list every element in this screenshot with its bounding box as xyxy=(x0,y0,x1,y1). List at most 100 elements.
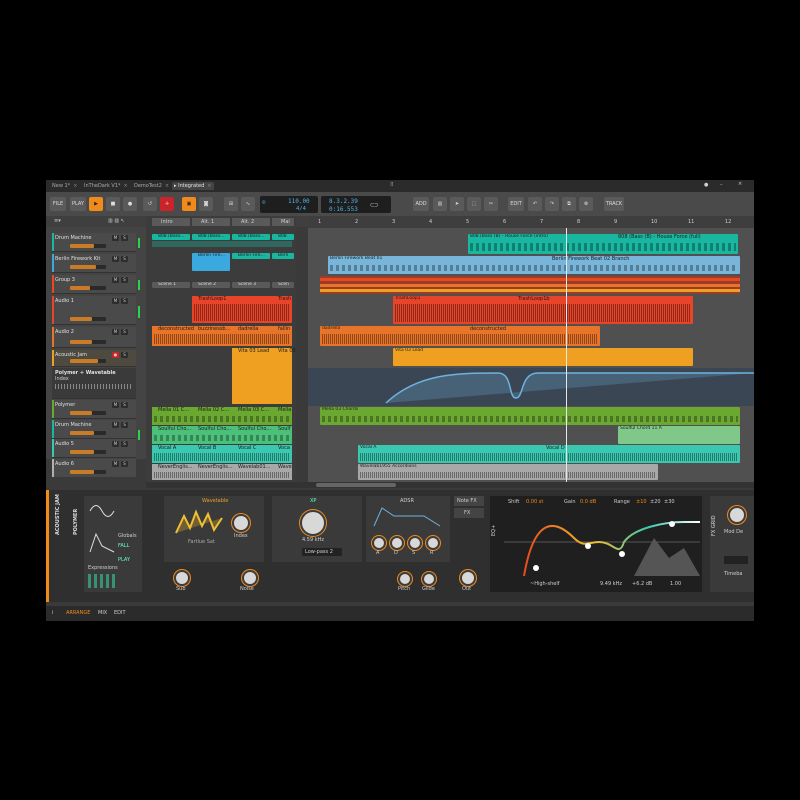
volume-fader[interactable] xyxy=(70,317,106,321)
track-header[interactable]: Audio 6 MS xyxy=(52,459,136,477)
scene-launch[interactable]: Scene 3 xyxy=(232,282,270,288)
solo-button[interactable]: S xyxy=(121,352,128,358)
fall-label[interactable]: FALL xyxy=(118,544,129,549)
band-freq[interactable]: 9.49 kHz xyxy=(600,582,622,587)
track-header[interactable]: Polymer M S xyxy=(52,400,136,419)
track-list-icon[interactable]: ≡▾ xyxy=(54,219,61,224)
arrange-clip[interactable]: Vocal A Vocal D xyxy=(358,445,740,463)
arrange-clip[interactable]: Vita 03 Lead xyxy=(393,348,693,366)
volume-fader[interactable] xyxy=(70,340,106,344)
mute-button[interactable]: M xyxy=(112,402,119,408)
solo-button[interactable]: S xyxy=(121,298,128,304)
clip-block[interactable]: Soulful Cho... Soulful Cho... Soulful Ch… xyxy=(152,426,292,444)
track-header[interactable]: Berlin Firework Kit M S xyxy=(52,254,136,273)
tab-new1[interactable]: New 1* × xyxy=(50,182,79,190)
band-gain[interactable]: +6.2 dB xyxy=(632,582,652,587)
fx-button[interactable]: FX xyxy=(454,508,484,518)
noise-knob[interactable] xyxy=(242,570,258,586)
solo-button[interactable]: S xyxy=(121,461,128,467)
tab-integrated[interactable]: ▸ Integrated × xyxy=(172,182,214,190)
mute-button[interactable]: M xyxy=(112,256,119,262)
redo-button[interactable]: ↷ xyxy=(545,197,559,211)
clip-slot[interactable]: Berlin Fire... xyxy=(192,253,230,271)
sub-knob[interactable] xyxy=(174,570,190,586)
tab-inthedark[interactable]: InTheDark V1* × xyxy=(82,182,130,190)
pitch-knob[interactable] xyxy=(398,572,412,586)
volume-fader[interactable] xyxy=(70,359,106,363)
eq-curve-display[interactable] xyxy=(504,508,700,576)
mod-knob[interactable] xyxy=(728,506,746,524)
tab-demotest2[interactable]: DemoTest2 × xyxy=(132,182,171,190)
pointer-tool[interactable]: ➤ xyxy=(450,197,464,211)
group-clip[interactable] xyxy=(320,276,740,294)
index-knob[interactable] xyxy=(232,514,250,532)
gain-value[interactable]: 0.0 dB xyxy=(580,500,596,505)
track-header[interactable]: Acoustic Jam ● S xyxy=(52,350,136,367)
arrange-clip[interactable]: Soulful Chord 11 A xyxy=(618,426,740,444)
wave-button[interactable]: ∿ xyxy=(241,197,255,211)
volume-fader[interactable] xyxy=(70,470,106,474)
solo-button[interactable]: S xyxy=(121,235,128,241)
track-header[interactable]: Audio 1 MS xyxy=(52,296,136,325)
track-header[interactable]: Drum Machine M S xyxy=(52,233,136,252)
mute-button[interactable]: M xyxy=(112,235,119,241)
wavetable-display[interactable] xyxy=(174,508,224,538)
cutoff-knob[interactable] xyxy=(300,510,326,536)
close-icon[interactable]: × xyxy=(207,183,211,189)
expressions-grid[interactable] xyxy=(88,574,118,588)
clip-block[interactable]: NeverEnglis... NeverEnglis... Wavelab01.… xyxy=(152,464,292,480)
mute-button[interactable]: M xyxy=(112,277,119,283)
shift-value[interactable]: 0.00 st xyxy=(526,500,543,505)
tempo-display[interactable]: ⊙ 110.00 4/4 xyxy=(260,196,318,213)
track-header[interactable]: Audio 5 MS xyxy=(52,439,136,458)
add-button-small[interactable]: ⊞ xyxy=(224,197,238,211)
arrange-clip[interactable]: Mella 03 Chords xyxy=(320,407,740,425)
delete-button[interactable]: ⊗ xyxy=(579,197,593,211)
clip-block[interactable]: deconstructed buzzinessb... dadrella fal… xyxy=(152,326,292,346)
volume-fader[interactable] xyxy=(70,286,106,290)
undo-button[interactable]: ↶ xyxy=(528,197,542,211)
volume-fader[interactable] xyxy=(70,244,106,248)
decay-knob[interactable] xyxy=(390,536,404,550)
solo-button[interactable]: S xyxy=(121,329,128,335)
band-q[interactable]: 1.00 xyxy=(670,582,681,587)
scene-launch[interactable]: Scene 2 xyxy=(192,282,230,288)
release-knob[interactable] xyxy=(426,536,440,550)
position-display[interactable]: 8.3.2.39 0:16.553 ⊂⊃ xyxy=(321,196,391,213)
volume-fader[interactable] xyxy=(70,431,106,435)
play-menu-button[interactable]: PLAY xyxy=(70,197,86,211)
record-arm-button[interactable]: ● xyxy=(112,352,119,358)
scene-header[interactable]: Mai xyxy=(272,218,294,226)
clip-block[interactable]: Vocal A Vocal B Vocal C Voca xyxy=(152,445,292,463)
mute-button[interactable]: M xyxy=(112,298,119,304)
track-header[interactable]: Group 3 MS xyxy=(52,275,136,294)
arrange-view-button[interactable]: ARRANGE xyxy=(66,611,90,616)
clip-block[interactable]: Mella 01 C... Mella 02 C... Mella 03 C..… xyxy=(152,407,292,425)
mute-button[interactable]: M xyxy=(112,422,119,428)
play-button[interactable]: ▶ xyxy=(89,197,103,211)
scene-header[interactable]: Intro xyxy=(152,218,190,226)
clip-slot[interactable]: 808 xyxy=(272,234,294,240)
edit-button[interactable]: EDIT xyxy=(508,197,524,211)
mute-button[interactable]: M xyxy=(112,461,119,467)
metronome-icon[interactable]: ⊙ xyxy=(262,199,266,206)
volume-fader[interactable] xyxy=(70,265,106,269)
adsr-display[interactable] xyxy=(372,506,444,528)
overdub-button[interactable]: ◙ xyxy=(199,197,213,211)
glide-knob[interactable] xyxy=(422,572,436,586)
clip-slot[interactable]: 808 (Bass... xyxy=(192,234,230,240)
record-button[interactable]: ● xyxy=(123,197,137,211)
track-header[interactable]: Audio 2 MS xyxy=(52,327,136,348)
out-knob[interactable] xyxy=(460,570,476,586)
close-icon[interactable]: × xyxy=(124,183,128,189)
clip-block[interactable]: TrashLoop1 Trash xyxy=(192,296,292,323)
clip-slot[interactable]: 808 (Bass... xyxy=(152,234,190,240)
track-button[interactable]: TRACK xyxy=(604,197,624,211)
arm-button[interactable]: ✛ xyxy=(160,197,174,211)
clip-slot[interactable]: Berlin Fire... xyxy=(232,253,270,259)
automation-button[interactable]: ↺ xyxy=(143,197,157,211)
scene-header[interactable]: Alt. 2 xyxy=(232,218,270,226)
time-signature[interactable]: 4/4 xyxy=(296,206,306,212)
close-icon[interactable]: × xyxy=(73,183,77,189)
range-option[interactable]: ±30 xyxy=(664,500,675,505)
